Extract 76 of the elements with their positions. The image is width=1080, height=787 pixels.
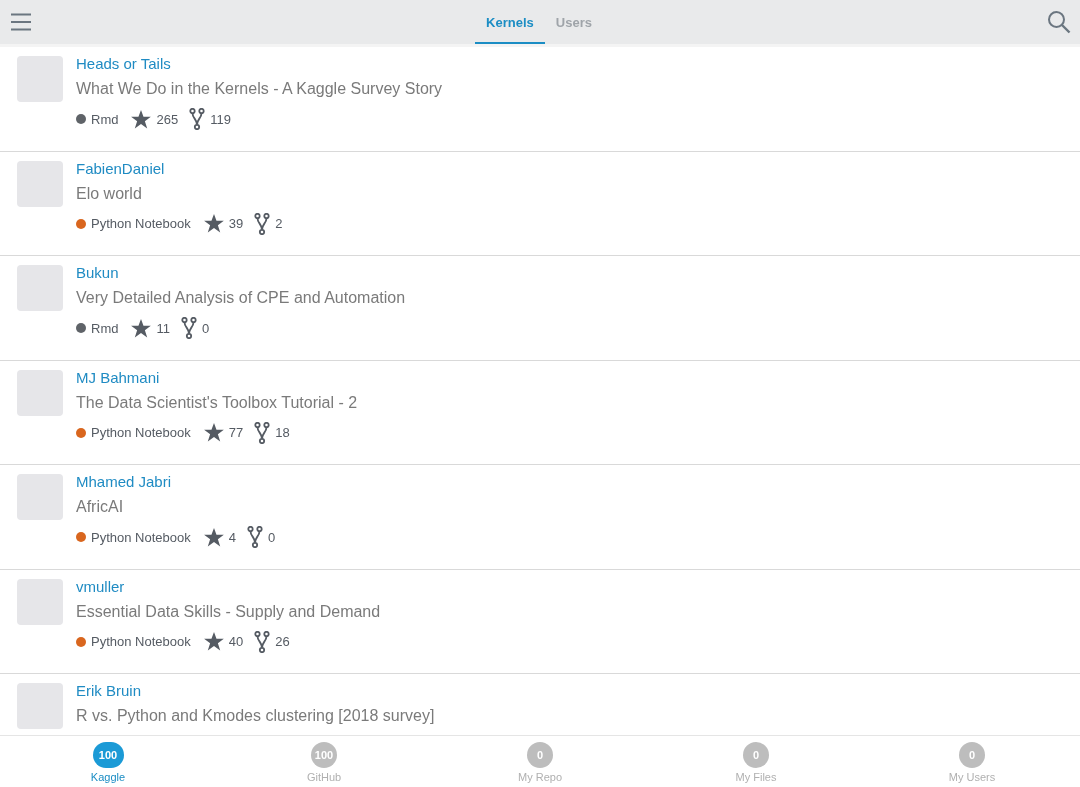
fork-count: 26	[275, 634, 290, 649]
tab-bar-item[interactable]: 100 Kaggle	[0, 736, 216, 787]
author-link[interactable]: Erik Bruin	[76, 682, 142, 700]
tab-bar-item[interactable]: 0 My Files	[648, 736, 864, 787]
kernel-row[interactable]: Mhamed Jabri AfricAI Python Notebook 4 0	[0, 465, 1080, 570]
count-badge: 0	[959, 742, 985, 768]
star-icon	[203, 214, 224, 233]
tab-label: My Files	[735, 771, 777, 783]
tab[interactable]: Kernels	[475, 0, 545, 44]
avatar-placeholder	[17, 578, 63, 625]
tab-label: My Users	[948, 771, 996, 783]
star-count: 265	[156, 111, 179, 127]
kernel-row[interactable]: vmuller Essential Data Skills - Supply and Demand Python Notebook 40 26	[0, 569, 1080, 674]
fork-count: 2	[275, 216, 283, 231]
star-count: 77	[228, 425, 244, 440]
star-count: 4	[228, 529, 236, 545]
kernel-title: The Data Scientist's Toolbox Tutorial - 2	[76, 392, 358, 413]
language-label: Rmd	[91, 111, 119, 127]
kernel-title: AfricAI	[76, 497, 124, 517]
tab[interactable]: Users	[544, 0, 603, 44]
menu-icon[interactable]	[11, 13, 31, 31]
star-icon	[203, 632, 224, 651]
fork-icon	[180, 317, 197, 339]
fork-icon	[254, 212, 271, 235]
kernel-row[interactable]: FabienDaniel Elo world Python Notebook 39 2	[0, 151, 1080, 256]
count-badge: 100	[92, 742, 124, 768]
avatar-placeholder	[17, 683, 63, 729]
search-icon[interactable]	[1047, 10, 1071, 34]
star-icon	[203, 423, 224, 442]
author-link[interactable]: Bukun	[76, 264, 119, 282]
language-label: Python Notebook	[91, 529, 191, 545]
author-link[interactable]: vmuller	[76, 577, 125, 596]
star-icon	[203, 527, 224, 547]
language-label: Python Notebook	[91, 634, 191, 649]
avatar-placeholder	[17, 369, 63, 416]
kernel-row[interactable]: Bukun Very Detailed Analysis of CPE and Automation Rmd 11 0	[0, 256, 1080, 361]
avatar-placeholder	[17, 265, 63, 311]
count-badge: 0	[743, 742, 769, 768]
tab-bar-item[interactable]: 100 GitHub	[216, 736, 432, 787]
language-label: Python Notebook	[91, 216, 191, 231]
fork-icon	[246, 526, 263, 548]
tab-bar-item[interactable]: 0 My Users	[864, 736, 1080, 787]
kernel-title: Elo world	[76, 183, 142, 204]
star-icon	[131, 109, 152, 129]
count-badge: 0	[527, 742, 553, 768]
fork-count: 0	[267, 529, 276, 545]
kernel-title: What We Do in the Kernels - A Kaggle Survey Story	[76, 79, 443, 99]
kernel-title: Very Detailed Analysis of CPE and Automation	[76, 288, 406, 308]
author-link[interactable]: Mhamed Jabri	[76, 473, 172, 491]
avatar-placeholder	[17, 160, 63, 207]
author-link[interactable]: FabienDaniel	[76, 159, 165, 178]
fork-count: 0	[201, 320, 210, 336]
count-badge: 100	[311, 742, 337, 768]
star-icon	[131, 318, 152, 338]
fork-icon	[254, 421, 271, 444]
tab-label: Kaggle	[90, 771, 126, 783]
tab-label: GitHub	[306, 771, 342, 783]
tab-label: My Repo	[518, 771, 562, 783]
fork-icon	[189, 108, 206, 130]
fork-count: 119	[210, 111, 231, 127]
star-count: 39	[228, 216, 244, 231]
kernel-row[interactable]: Heads or Tails What We Do in the Kernels - A Kaggle Survey Story Rmd 265 119	[0, 47, 1080, 152]
star-count: 11	[156, 320, 170, 336]
avatar-placeholder	[17, 474, 63, 520]
kernel-title: Essential Data Skills - Supply and Demand	[76, 601, 381, 622]
author-link[interactable]: MJ Bahmani	[76, 368, 160, 387]
kernel-row[interactable]: MJ Bahmani The Data Scientist's Toolbox Tutorial - 2 Python Notebook 77 18	[0, 360, 1080, 465]
fork-icon	[254, 630, 271, 653]
language-label: Python Notebook	[91, 425, 191, 440]
star-count: 40	[228, 634, 244, 649]
avatar-placeholder	[17, 56, 63, 102]
language-label: Rmd	[91, 320, 119, 336]
author-link[interactable]: Heads or Tails	[76, 55, 171, 73]
fork-count: 18	[275, 425, 290, 440]
tab-bar-item[interactable]: 0 My Repo	[432, 736, 648, 787]
kernel-title: R vs. Python and Kmodes clustering [2018 survey]	[76, 706, 435, 726]
